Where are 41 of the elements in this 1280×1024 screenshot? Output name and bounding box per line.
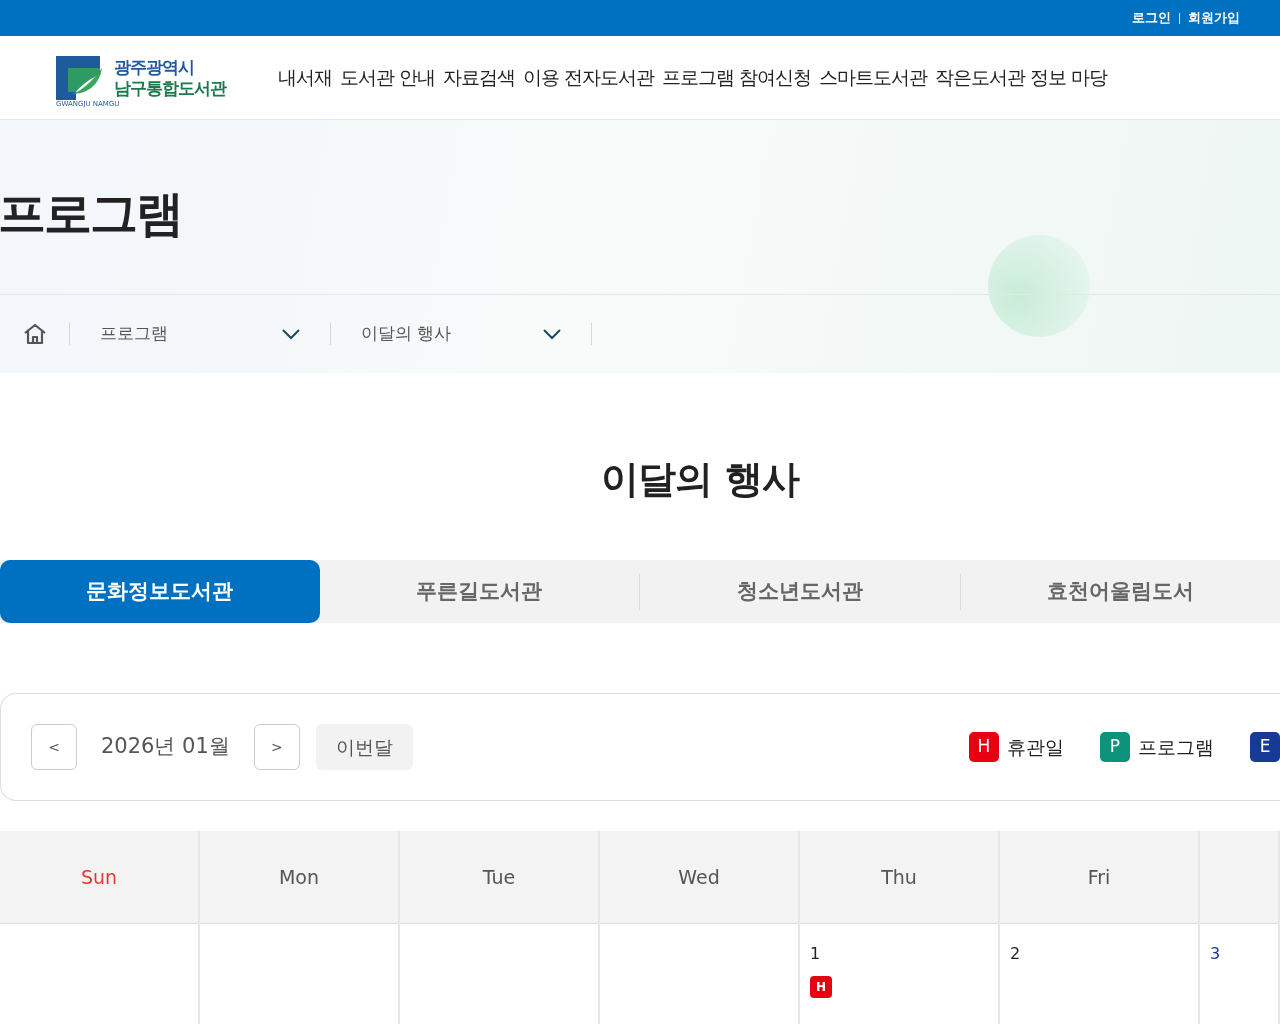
- this-month-button[interactable]: 이번달: [315, 724, 413, 770]
- chevron-icon: [543, 328, 561, 340]
- menu-link[interactable]: 프로그램 참여신청: [662, 63, 812, 92]
- breadcrumb-dropdown[interactable]: 이달의 행사: [331, 321, 591, 347]
- menu-link[interactable]: 도서관 안내: [340, 63, 436, 92]
- library-tab[interactable]: 효천어울림도서: [960, 560, 1280, 623]
- weekday-header: Wed: [600, 831, 800, 924]
- month-label: 2026년 01월: [101, 733, 230, 761]
- weekday-header: Tue: [400, 831, 600, 924]
- chevron-icon: [282, 328, 300, 340]
- breadcrumb-dropdown[interactable]: 프로그램: [70, 321, 330, 347]
- menu-link[interactable]: 작은도서관 정보 마당: [935, 63, 1108, 92]
- weekday-header: Thu: [800, 831, 1000, 924]
- weekday-header: Mon: [200, 831, 400, 924]
- day-number: 1: [810, 943, 822, 965]
- page-title: 이달의 행사: [600, 456, 801, 503]
- library-tab[interactable]: 청소년도서관: [640, 560, 960, 623]
- prev-month-button[interactable]: <: [31, 724, 77, 770]
- top-link[interactable]: 회원가입: [1188, 8, 1240, 28]
- day-number: 2: [1010, 943, 1022, 965]
- legend-badge: P: [1100, 732, 1130, 762]
- next-month-button[interactable]: >: [253, 724, 300, 770]
- weekday-header: Fri: [1000, 831, 1200, 924]
- top-link[interactable]: 로그인: [1132, 8, 1171, 28]
- home-icon[interactable]: [23, 323, 47, 345]
- event-badge[interactable]: H: [810, 976, 832, 998]
- menu-link[interactable]: 자료검색: [443, 63, 516, 92]
- day-number: 3: [1210, 943, 1222, 965]
- logo-text: 남구통합도서관: [114, 77, 226, 98]
- menu-link[interactable]: 이용 전자도서관: [523, 63, 655, 92]
- legend-badge: H: [969, 732, 999, 762]
- banner-title: 프로그램: [0, 184, 182, 243]
- legend-label: 프로그램: [1138, 734, 1214, 760]
- weekday-header: Sun: [0, 831, 200, 924]
- library-tab[interactable]: 푸른길도서관: [319, 560, 639, 623]
- library-tab[interactable]: 문화정보도서관: [0, 560, 320, 623]
- menu-link[interactable]: 내서재: [278, 63, 332, 92]
- legend-badge: E: [1250, 732, 1280, 762]
- logo-text: 광주광역시: [114, 57, 195, 78]
- legend-label: 휴관일: [1007, 734, 1064, 760]
- menu-link[interactable]: 스마트도서관: [819, 63, 928, 92]
